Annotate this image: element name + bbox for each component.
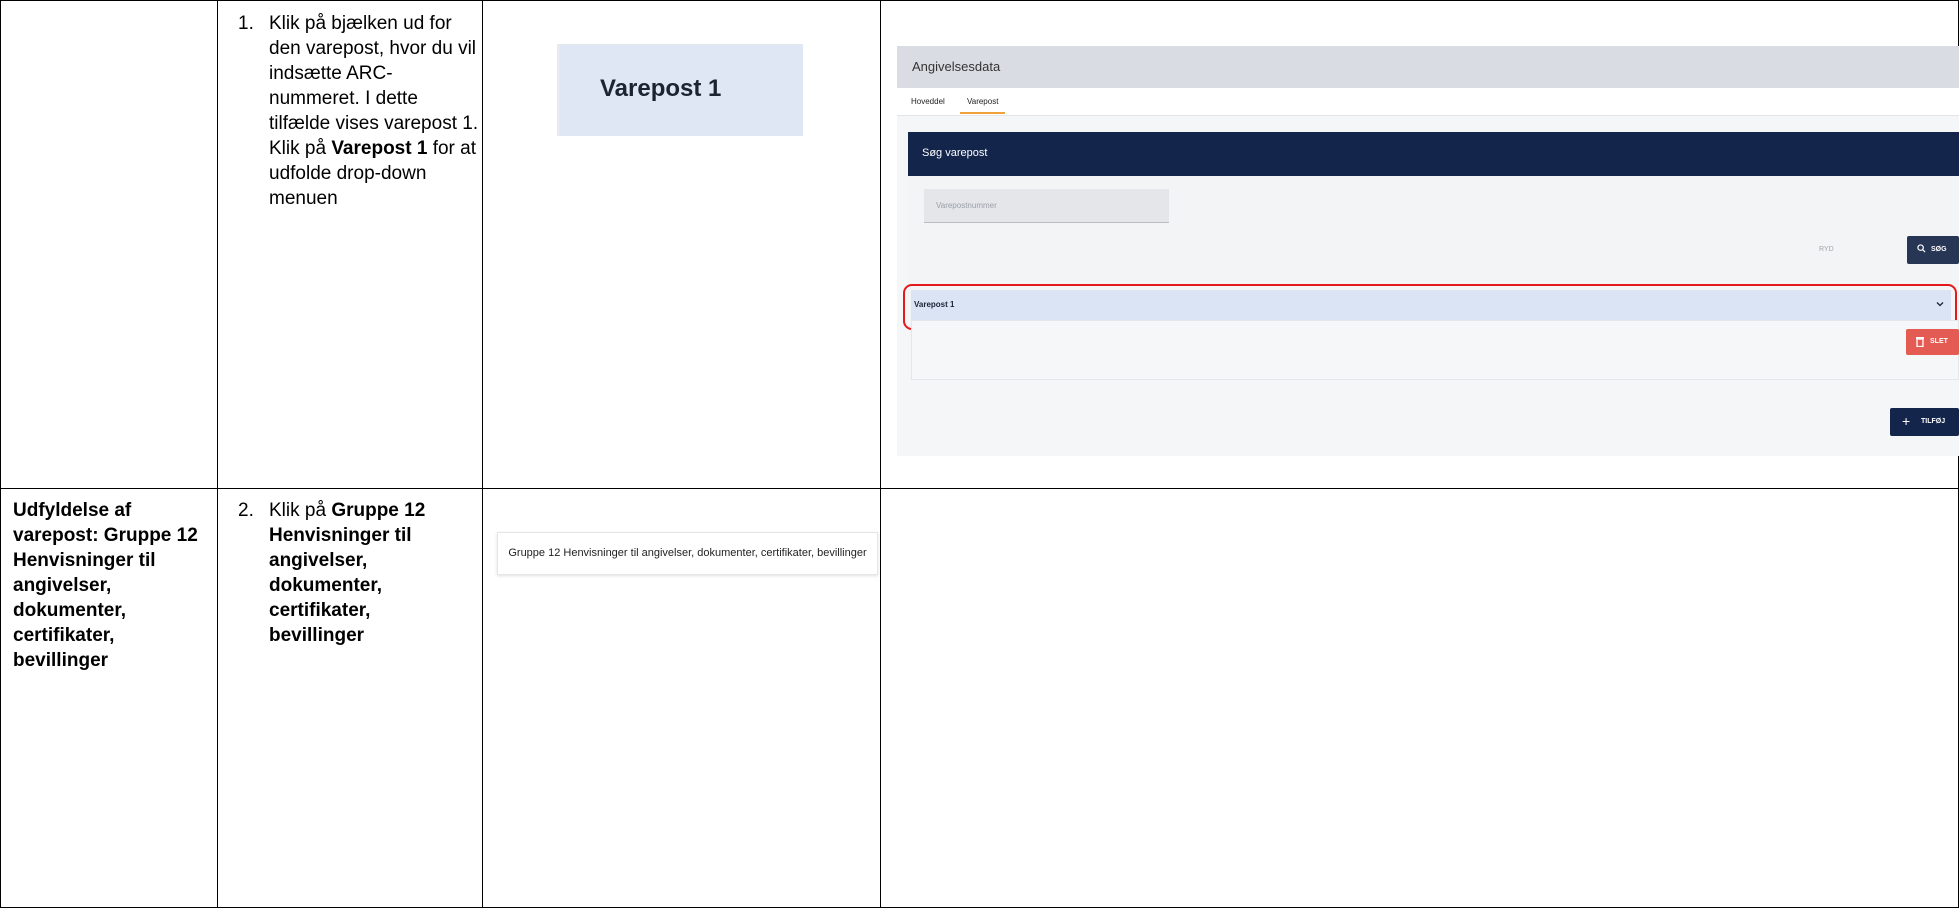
app-screenshot: Angivelsesdata Hoveddel Varepost Søg var… (897, 46, 1959, 456)
clear-button[interactable]: RYD (1819, 246, 1834, 253)
tab-varepost[interactable]: Varepost (960, 97, 1006, 114)
step-2-list: 2. Klik på Gruppe 12 Henvisninger til an… (235, 498, 465, 648)
step-bold-text: Varepost 1 (331, 138, 428, 159)
delete-button-label: SLET (1930, 338, 1948, 345)
step-number: 1. (238, 13, 254, 34)
section-title: Udfyldelse af varepost: Gruppe 12 Henvis… (13, 500, 198, 671)
search-panel-title: Søg varepost (922, 147, 988, 159)
app-header: Angivelsesdata (897, 46, 1959, 88)
app-header-title: Angivelsesdata (912, 59, 1001, 74)
search-panel-header: Søg varepost (908, 132, 1959, 176)
table-border (482, 0, 483, 908)
table-border (0, 0, 1959, 1)
step-2: 2. Klik på Gruppe 12 Henvisninger til an… (235, 498, 465, 648)
step-text: Klik på (269, 500, 327, 521)
gruppe-12-snippet-label: Gruppe 12 Henvisninger til angivelser, d… (508, 547, 867, 559)
add-button[interactable]: + TILFØJ (1890, 408, 1959, 436)
table-border (0, 488, 1959, 489)
gruppe-12-snippet-image: Gruppe 12 Henvisninger til angivelser, d… (497, 532, 878, 575)
table-border (880, 0, 881, 908)
step-number: 2. (238, 500, 254, 521)
input-placeholder: Varepostnummer (936, 201, 997, 210)
delete-button[interactable]: SLET (1906, 329, 1959, 355)
search-button[interactable]: SØG (1907, 236, 1959, 264)
varepost-snippet-image: Varepost 1 (557, 44, 803, 136)
step-1-list: 1. Klik på bjælken ud for den varepost, … (235, 11, 480, 211)
search-button-label: SØG (1931, 246, 1947, 253)
table-border (217, 0, 218, 908)
step-bold-text: Gruppe 12 Henvisninger til angivelser, d… (269, 500, 426, 646)
trash-icon (1916, 337, 1924, 347)
varepostnummer-input[interactable]: Varepostnummer (924, 189, 1169, 223)
plus-icon: + (1902, 413, 1911, 429)
search-icon (1917, 244, 1926, 253)
add-button-label: TILFØJ (1921, 418, 1946, 425)
tab-bar: Hoveddel Varepost (897, 88, 1959, 116)
step-1: 1. Klik på bjælken ud for den varepost, … (235, 11, 480, 211)
varepost-snippet-label: Varepost 1 (600, 75, 722, 102)
varepost-panel-body (911, 320, 1959, 380)
tab-hoveddel[interactable]: Hoveddel (911, 97, 945, 106)
table-border (0, 0, 1, 908)
